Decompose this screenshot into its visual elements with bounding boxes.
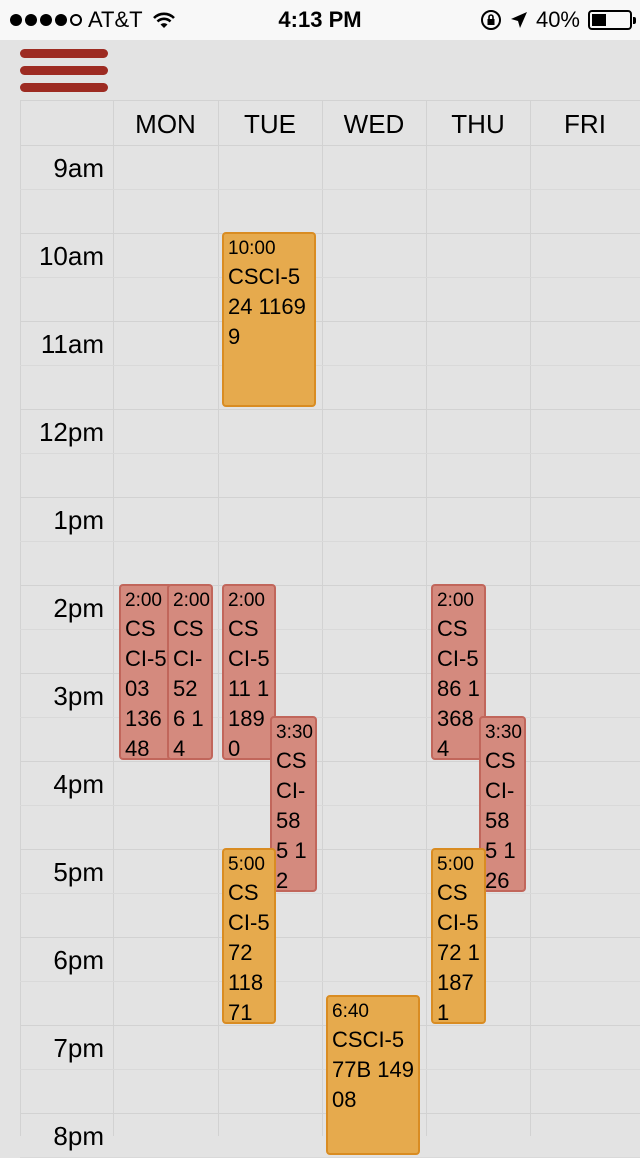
- event-course: CSCI-577B 14908: [332, 1027, 414, 1112]
- grid-half-hour-line: [20, 893, 640, 894]
- event-course: CSCI-572 11871: [228, 880, 270, 1024]
- hour-label-5pm: 5pm: [53, 857, 104, 887]
- event-course: CSCI-503 13648: [125, 616, 167, 760]
- class-event[interactable]: 2:00 CSCI-503 13648: [119, 584, 173, 760]
- hour-label-6pm: 6pm: [53, 945, 104, 975]
- event-time: 2:00: [228, 590, 265, 611]
- hour-label-3pm: 3pm: [53, 681, 104, 711]
- hour-label-7pm: 7pm: [53, 1033, 104, 1063]
- week-calendar-grid: MON TUE WED THU FRI 9am 10am 11am 12pm 1pm 2pm 3pm 4…: [20, 100, 640, 1158]
- day-header-fri: FRI: [564, 109, 606, 139]
- hour-label-1pm: 1pm: [53, 505, 104, 535]
- grid-half-hour-line: [20, 805, 640, 806]
- hour-label-10am: 10am: [38, 241, 104, 271]
- event-course: CSCI-585 12607: [485, 748, 516, 892]
- status-indicators: 40%: [480, 7, 636, 33]
- grid-half-hour-line: [20, 453, 640, 454]
- class-event[interactable]: 3:30 CSCI-585 12607: [479, 716, 526, 892]
- event-time: 5:00: [228, 854, 265, 875]
- class-event[interactable]: 3:30 CSCI-585 12: [270, 716, 317, 892]
- event-time: 6:40: [332, 1001, 369, 1022]
- day-header-mon: MON: [135, 109, 196, 139]
- class-event[interactable]: 2:00 CSCI-526 14: [167, 584, 213, 760]
- grid-half-hour-line: [20, 981, 640, 982]
- grid-half-hour-line: [20, 189, 640, 190]
- event-time: 3:30: [276, 722, 313, 743]
- grid-half-hour-line: [20, 629, 640, 630]
- class-event[interactable]: 2:00 CSCI-511 11890: [222, 584, 276, 760]
- event-course: CSCI-585 12: [276, 748, 307, 892]
- event-course: CSCI-524 11699: [228, 264, 306, 349]
- grid-half-hour-line: [20, 717, 640, 718]
- hour-label-8pm: 8pm: [53, 1121, 104, 1151]
- grid-row-line: [20, 233, 640, 234]
- grid-row-line: [20, 849, 640, 850]
- event-course: CSCI-586 13684: [437, 616, 480, 760]
- hour-label-2pm: 2pm: [53, 593, 104, 623]
- grid-row-line: [20, 761, 640, 762]
- grid-row-line: [20, 937, 640, 938]
- grid-row-line: [20, 100, 640, 101]
- location-arrow-icon: [510, 12, 527, 28]
- event-course: CSCI-526 14: [173, 616, 204, 760]
- grid-row-line: [20, 673, 640, 674]
- grid-row-line: [20, 585, 640, 586]
- menu-button[interactable]: [20, 49, 108, 93]
- event-time: 2:00: [437, 590, 474, 611]
- grid-row-line: [20, 497, 640, 498]
- event-course: CSCI-572 11871: [437, 880, 480, 1024]
- hour-label-9am: 9am: [53, 153, 104, 183]
- event-course: CSCI-511 11890: [228, 616, 270, 760]
- day-header-tue: TUE: [244, 109, 296, 139]
- grid-row-line: [20, 409, 640, 410]
- event-time: 5:00: [437, 854, 474, 875]
- class-event[interactable]: 5:00 CSCI-572 11871: [222, 848, 276, 1024]
- grid-half-hour-line: [20, 365, 640, 366]
- hour-label-4pm: 4pm: [53, 769, 104, 799]
- rotation-lock-icon: [480, 10, 501, 30]
- class-event[interactable]: 2:00 CSCI-586 13684: [431, 584, 486, 760]
- grid-half-hour-line: [20, 277, 640, 278]
- event-time: 2:00: [125, 590, 162, 611]
- grid-row-line: [20, 145, 640, 146]
- hour-label-12pm: 12pm: [38, 417, 104, 447]
- event-time: 3:30: [485, 722, 522, 743]
- event-time: 2:00: [173, 590, 210, 611]
- day-header-thu: THU: [451, 109, 505, 139]
- event-time: 10:00: [228, 238, 276, 259]
- class-event[interactable]: 10:00 CSCI-524 11699: [222, 232, 316, 407]
- battery-icon: [588, 10, 636, 30]
- battery-percent: 40%: [535, 7, 580, 32]
- status-bar: AT&T 4:13 PM 40%: [0, 0, 640, 40]
- grid-row-line: [20, 321, 640, 322]
- class-event[interactable]: 5:00 CSCI-572 11871: [431, 848, 486, 1024]
- grid-half-hour-line: [20, 541, 640, 542]
- day-header-wed: WED: [343, 109, 405, 139]
- class-event[interactable]: 6:40 CSCI-577B 14908: [326, 995, 420, 1155]
- hour-label-11am: 11am: [40, 329, 104, 359]
